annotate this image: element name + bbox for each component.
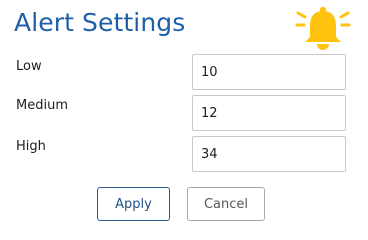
high-input[interactable] <box>192 136 346 172</box>
low-label: Low <box>16 59 42 74</box>
medium-input[interactable] <box>192 95 346 131</box>
cancel-button[interactable]: Cancel <box>187 187 265 221</box>
page-title: Alert Settings <box>14 8 186 37</box>
apply-button[interactable]: Apply <box>97 187 170 221</box>
high-label: High <box>16 139 46 154</box>
medium-label: Medium <box>16 98 68 113</box>
low-input[interactable] <box>192 54 346 90</box>
bell-icon <box>295 6 351 50</box>
